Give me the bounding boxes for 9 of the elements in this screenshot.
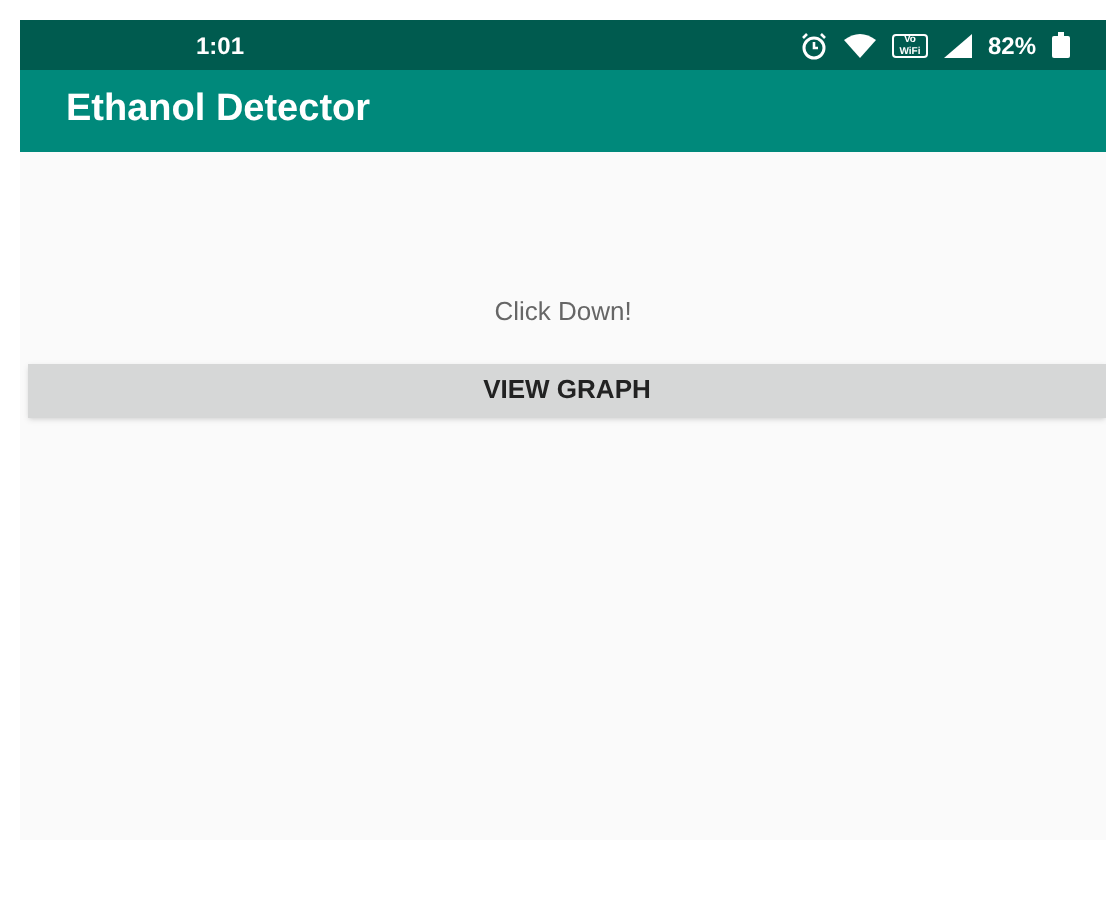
signal-icon [943, 33, 972, 57]
status-message: Click Down! [494, 294, 632, 330]
battery-icon [1052, 32, 1070, 58]
battery-percentage: 82% [987, 29, 1036, 63]
status-time: 1:01 [196, 29, 245, 63]
wifi-icon [843, 33, 876, 57]
alarm-icon [799, 31, 828, 59]
view-graph-button[interactable]: VIEW GRAPH [28, 363, 1106, 417]
app-title: Ethanol Detector [66, 86, 371, 135]
